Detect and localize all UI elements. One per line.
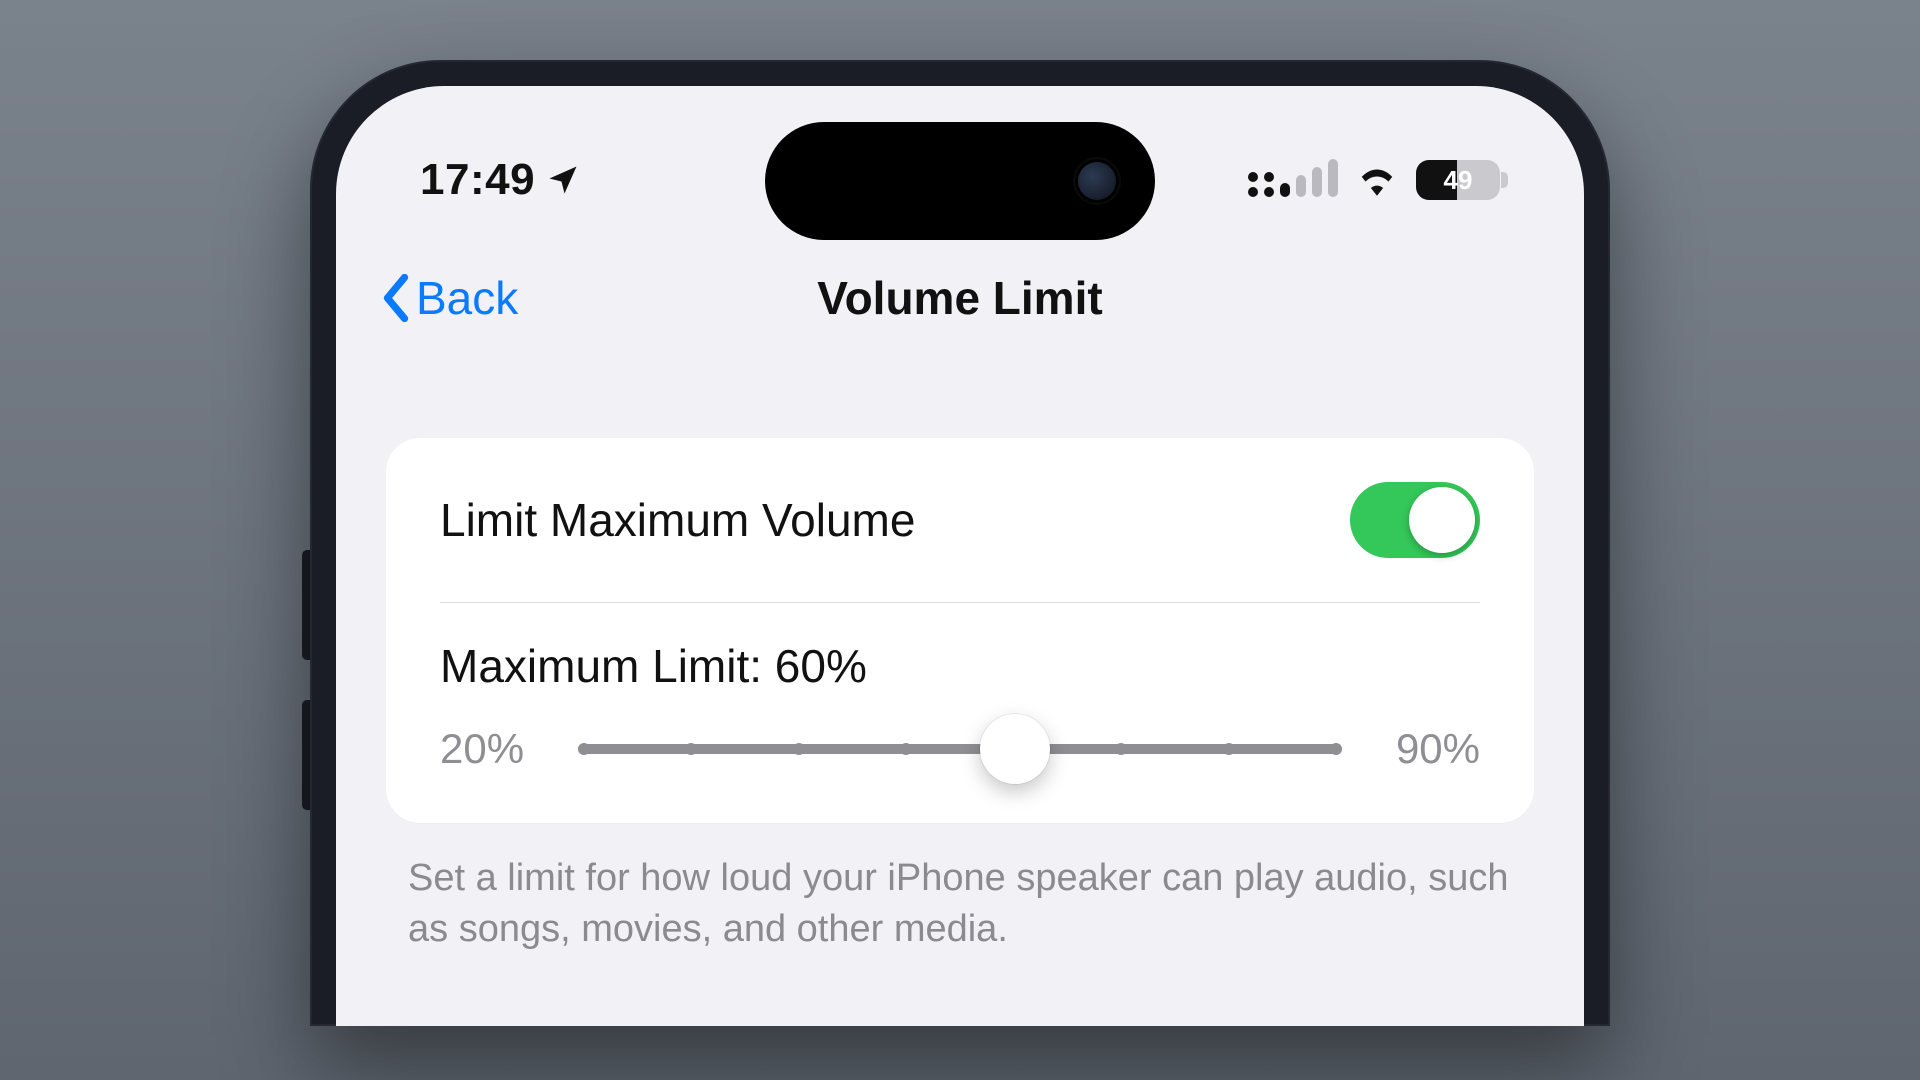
status-time: 17:49 [420, 155, 535, 205]
toggle-label: Limit Maximum Volume [440, 493, 915, 547]
battery-indicator: 49 [1416, 160, 1500, 200]
battery-percent: 49 [1416, 165, 1500, 196]
volume-slider[interactable] [578, 744, 1342, 754]
phone-frame: 17:49 [310, 60, 1610, 1026]
status-left: 17:49 [420, 155, 581, 205]
slider-tick [1115, 743, 1127, 755]
page-title: Volume Limit [817, 271, 1102, 325]
slider-row: 20% 90% [386, 705, 1534, 823]
dynamic-island [765, 122, 1155, 240]
screen: 17:49 [336, 86, 1584, 1026]
slider-thumb[interactable] [980, 714, 1050, 784]
back-button[interactable]: Back [380, 271, 518, 325]
slider-tick [685, 743, 697, 755]
front-camera [1075, 159, 1119, 203]
back-label: Back [416, 271, 518, 325]
limit-volume-toggle[interactable] [1350, 482, 1480, 558]
slider-tick [1330, 743, 1342, 755]
slider-ticks [578, 744, 1342, 754]
location-icon [545, 162, 581, 198]
slider-min-label: 20% [440, 725, 544, 773]
toggle-row: Limit Maximum Volume [386, 438, 1534, 602]
slider-tick [578, 743, 590, 755]
footer-text: Set a limit for how loud your iPhone spe… [336, 823, 1584, 956]
limit-row: Maximum Limit: 60% [386, 603, 1534, 705]
phone-body: 17:49 [310, 60, 1610, 1026]
settings-panel: Limit Maximum Volume Maximum Limit: 60% … [386, 438, 1534, 823]
nav-bar: Back Volume Limit [336, 248, 1584, 348]
cellular-signal-icon [1248, 163, 1338, 197]
slider-max-label: 90% [1376, 725, 1480, 773]
slider-tick [793, 743, 805, 755]
slider-tick [900, 743, 912, 755]
wifi-icon [1356, 163, 1398, 197]
slider-tick [1223, 743, 1235, 755]
status-right: 49 [1248, 160, 1500, 200]
limit-label: Maximum Limit: 60% [440, 639, 867, 693]
toggle-knob [1409, 487, 1475, 553]
